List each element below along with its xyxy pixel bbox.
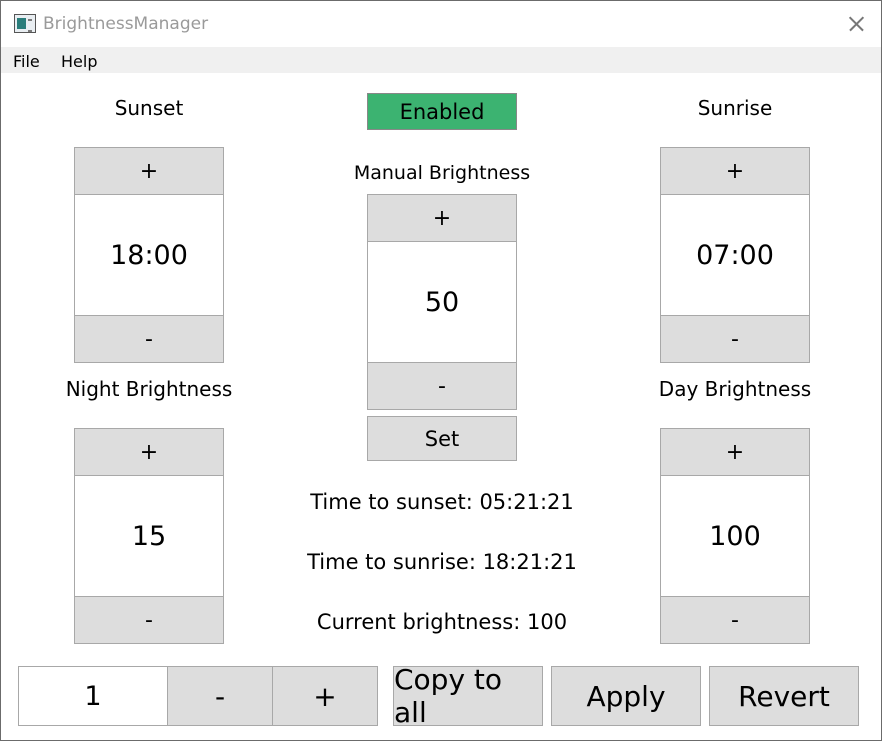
sunset-plus-button[interactable]: + (74, 147, 224, 195)
sunset-label: Sunset (114, 96, 184, 120)
sunrise-label: Sunrise (697, 96, 773, 120)
sunrise-value: 07:00 (660, 194, 810, 316)
sunrise-plus-button[interactable]: + (660, 147, 810, 195)
day-brightness-label: Day Brightness (658, 377, 812, 401)
bottom-minus-button[interactable]: - (167, 666, 273, 726)
night-brightness-value: 15 (74, 475, 224, 597)
manual-brightness-label: Manual Brightness (353, 162, 531, 184)
enabled-toggle-button[interactable]: Enabled (367, 93, 517, 130)
manual-brightness-value: 50 (367, 241, 517, 363)
day-minus-button[interactable]: - (660, 596, 810, 644)
menu-bar: File Help (1, 47, 881, 73)
current-brightness-text: Current brightness: 100 (316, 610, 568, 634)
window-title: BrightnessManager (43, 14, 209, 34)
night-minus-button[interactable]: - (74, 596, 224, 644)
copy-to-all-button[interactable]: Copy to all (393, 663, 543, 729)
bottom-value-field[interactable]: 1 (18, 666, 168, 726)
sunset-value: 18:00 (74, 194, 224, 316)
app-window-icon (14, 14, 36, 33)
menu-help[interactable]: Help (61, 52, 97, 71)
apply-button[interactable]: Apply (551, 666, 701, 726)
close-icon[interactable] (841, 9, 871, 39)
title-bar: BrightnessManager (1, 1, 881, 47)
set-button[interactable]: Set (367, 416, 517, 461)
menu-file[interactable]: File (13, 52, 40, 71)
time-to-sunset-text: Time to sunset: 05:21:21 (310, 490, 574, 514)
day-plus-button[interactable]: + (660, 428, 810, 476)
night-plus-button[interactable]: + (74, 428, 224, 476)
time-to-sunrise-text: Time to sunrise: 18:21:21 (307, 550, 577, 574)
sunset-minus-button[interactable]: - (74, 315, 224, 363)
night-brightness-label: Night Brightness (65, 377, 233, 401)
sunrise-minus-button[interactable]: - (660, 315, 810, 363)
bottom-plus-button[interactable]: + (272, 666, 378, 726)
revert-button[interactable]: Revert (709, 666, 859, 726)
day-brightness-value: 100 (660, 475, 810, 597)
app-window: BrightnessManager File Help Sunset + 18:… (0, 0, 882, 741)
manual-minus-button[interactable]: - (367, 362, 517, 410)
manual-plus-button[interactable]: + (367, 194, 517, 242)
